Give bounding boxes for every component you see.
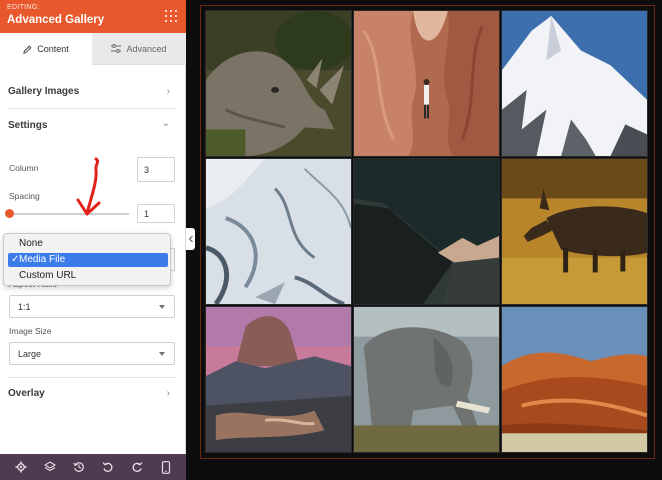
spacing-slider-handle[interactable] — [5, 209, 14, 218]
settings-sidebar: EDITING: Advanced Gallery Content Advanc… — [0, 0, 186, 480]
annotation-arrow — [76, 157, 101, 216]
redo-icon[interactable] — [130, 460, 144, 474]
column-label: Column — [9, 163, 39, 173]
image-size-label: Image Size — [9, 326, 52, 336]
gallery-image-half-dome[interactable] — [205, 306, 352, 453]
layers-icon[interactable] — [43, 460, 57, 474]
overlay-section[interactable]: Overlay › — [8, 388, 176, 399]
option-none-label: None — [19, 238, 43, 249]
mobile-preview-icon[interactable] — [159, 460, 173, 474]
chevron-left-icon — [188, 235, 193, 243]
undo-icon[interactable] — [101, 460, 115, 474]
spacing-slider-track[interactable] — [9, 213, 129, 215]
option-media-file[interactable]: ✓ Media File — [8, 253, 168, 267]
caret-down-icon — [159, 352, 165, 356]
settings-section[interactable]: Settings ⌄ — [8, 118, 176, 131]
gallery-image-elephant[interactable] — [353, 306, 500, 453]
aspect-ratio-select[interactable]: 1:1 — [9, 295, 175, 318]
gallery-image-desert-dunes[interactable] — [501, 306, 648, 453]
image-size-select[interactable]: Large — [9, 342, 175, 365]
chevron-down-icon: ⌄ — [161, 118, 170, 129]
checkmark-icon: ✓ — [11, 254, 20, 265]
overlay-heading: Overlay — [8, 388, 45, 399]
aspect-ratio-value: 1:1 — [18, 301, 31, 312]
tab-advanced-label: Advanced — [126, 43, 167, 54]
sliders-icon — [111, 44, 122, 53]
link-dropdown-menu: None ✓ Media File Custom URL — [3, 233, 171, 286]
spacing-input[interactable]: 1 — [137, 204, 175, 223]
history-icon[interactable] — [72, 460, 86, 474]
spacing-label: Spacing — [9, 191, 40, 201]
pencil-icon — [23, 45, 32, 54]
module-title: Advanced Gallery — [7, 14, 105, 26]
column-value: 3 — [144, 164, 150, 175]
image-size-value: Large — [18, 348, 42, 359]
gallery-image-slot-canyon[interactable] — [353, 10, 500, 157]
caret-down-icon — [159, 305, 165, 309]
tab-bar: Content Advanced — [0, 33, 186, 65]
gallery-image-mountain-dusk[interactable] — [353, 158, 500, 305]
divider — [8, 377, 176, 378]
gallery-images-heading: Gallery Images — [8, 86, 80, 97]
sidebar-header: EDITING: Advanced Gallery — [0, 0, 186, 33]
tab-advanced[interactable]: Advanced — [92, 33, 186, 65]
gallery-image-rhino[interactable] — [205, 10, 352, 157]
option-none[interactable]: None — [8, 237, 168, 251]
tab-content[interactable]: Content — [0, 33, 92, 65]
option-media-file-label: Media File — [19, 254, 66, 265]
chevron-right-icon: › — [166, 388, 170, 399]
gallery-image-snowy-mountain[interactable] — [501, 10, 648, 157]
option-custom-url[interactable]: Custom URL — [8, 269, 168, 283]
tab-content-label: Content — [37, 44, 69, 54]
editing-label: EDITING: — [7, 4, 40, 11]
sidebar-collapse-handle[interactable] — [186, 228, 195, 250]
bottom-toolbar — [0, 454, 186, 480]
gallery-image-moose[interactable] — [501, 158, 648, 305]
gallery-images-section[interactable]: Gallery Images › — [8, 86, 176, 97]
divider — [8, 108, 176, 109]
gallery-image-ice[interactable] — [205, 158, 352, 305]
settings-heading: Settings — [8, 120, 48, 131]
chevron-right-icon: › — [166, 86, 170, 97]
spacing-value: 1 — [144, 208, 150, 219]
grid-icon[interactable] — [165, 10, 178, 23]
column-input[interactable]: 3 — [137, 157, 175, 182]
gear-icon[interactable] — [14, 460, 28, 474]
option-custom-url-label: Custom URL — [19, 270, 77, 281]
